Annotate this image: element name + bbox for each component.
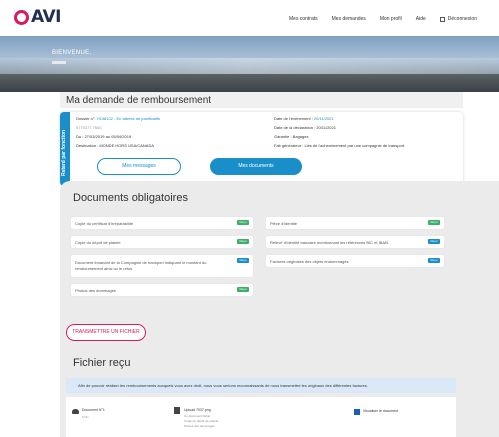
file-card: Document N°1 5 Mo Upload 7037.png Un doc… bbox=[66, 397, 456, 437]
nav-deconnexion-label: Déconnexion bbox=[447, 16, 477, 22]
mandatory-documents-title: Documents obligatoires bbox=[73, 192, 188, 204]
declaration-date: Date de la déclaration : 20/11/2021 bbox=[274, 125, 336, 130]
my-documents-button[interactable]: Mes documents bbox=[210, 158, 302, 175]
doc-item-certificat: Copie du certificat d'irréparabilité Reç… bbox=[71, 217, 253, 229]
logo-text: AVI bbox=[31, 7, 62, 27]
file-1-name: Document N°1 bbox=[82, 408, 105, 412]
destination: Destination : MONDE HORS USA/CANADA bbox=[76, 143, 155, 148]
file-2-detail-line: Photos des dommages bbox=[184, 424, 215, 428]
hero-banner: BIENVENUE, bbox=[0, 36, 499, 92]
file-2-details: Un document lisible Copie du dépôt de pl… bbox=[184, 414, 218, 429]
status-badge: Reçu bbox=[237, 258, 249, 263]
status-badge: Reçu bbox=[237, 239, 249, 244]
request-details-left: Dossier n°: H108102 - En attente de just… bbox=[76, 116, 160, 152]
status-badge: Reçu bbox=[237, 220, 249, 225]
cloud-upload-icon bbox=[72, 409, 79, 414]
guarantee: Garantie : Bagages bbox=[274, 134, 309, 139]
view-document-icon[interactable] bbox=[354, 409, 360, 415]
view-document-link[interactable]: Visualiser le document bbox=[363, 409, 398, 413]
page-title: Ma demande de remboursement bbox=[60, 92, 463, 108]
nav-deconnexion[interactable]: Déconnexion bbox=[439, 16, 477, 22]
doc-item-label: Pièce d'identité bbox=[270, 221, 298, 226]
event-date-row: Date de l'événement : 20/11/2021 bbox=[274, 116, 404, 125]
doc-item-label: Factures originales des objets endommagé… bbox=[270, 259, 349, 264]
doc-item-plainte: Copie du dépôt de plainte Reçu bbox=[71, 236, 253, 248]
request-type-label: Retard par fonction bbox=[61, 129, 67, 176]
top-bar: AVI Mes contrats Mes demandes Mon profil… bbox=[0, 0, 499, 36]
travel-dates: Du : 27/03/2019 au 05/04/2019 bbox=[76, 134, 132, 139]
user-name-placeholder bbox=[52, 61, 66, 64]
transmit-file-button[interactable]: TRANSMETTRE UN FICHIER bbox=[66, 324, 146, 341]
event-date-label: Date de l'événement : bbox=[274, 116, 314, 121]
nav-mon-profil[interactable]: Mon profil bbox=[380, 16, 402, 22]
doc-item-rib: Relevé d'identité bancaire mentionnant l… bbox=[266, 236, 444, 248]
doc-item-photos: Photos des dommages Reçu bbox=[71, 284, 253, 296]
dossier-number[interactable]: H108102 - En attente de justificatifs bbox=[97, 116, 160, 121]
doc-item-label: Copie du certificat d'irréparabilité bbox=[75, 221, 134, 226]
dossier-reference: 5775377 7650 bbox=[76, 125, 102, 130]
main-nav: Mes contrats Mes demandes Mon profil Aid… bbox=[289, 16, 477, 22]
event-date-value: 20/11/2021 bbox=[313, 116, 334, 121]
my-messages-button[interactable]: Mes messages bbox=[97, 158, 181, 175]
doc-item-label: Copie du dépôt de plainte bbox=[75, 240, 121, 245]
logout-icon bbox=[439, 16, 445, 22]
generating-event: Fait générateur : Liés de l'acheminement… bbox=[274, 143, 405, 148]
dossier-row: Dossier n°: H108102 - En attente de just… bbox=[76, 116, 160, 125]
doc-item-label: Photos des dommages bbox=[75, 288, 116, 293]
avi-logo[interactable]: AVI bbox=[14, 7, 62, 27]
status-badge: Reçu bbox=[237, 287, 249, 292]
nav-mes-contrats[interactable]: Mes contrats bbox=[289, 16, 318, 22]
status-badge: Reçu bbox=[428, 220, 440, 225]
info-banner: Afin de pouvoir réaliser les rembourseme… bbox=[66, 378, 456, 393]
document-icon bbox=[174, 407, 180, 414]
received-files-title: Fichier reçu bbox=[73, 357, 131, 369]
file-1-size: 5 Mo bbox=[82, 415, 89, 419]
doc-item-label: Document émanant de la Compagnie de tran… bbox=[75, 260, 207, 271]
hero-landscape bbox=[0, 74, 499, 92]
nav-aide[interactable]: Aide bbox=[416, 16, 426, 22]
file-2-name[interactable]: Upload 7037.png bbox=[184, 408, 211, 412]
nav-mes-demandes[interactable]: Mes demandes bbox=[332, 16, 366, 22]
request-details-right: Date de l'événement : 20/11/2021 Date de… bbox=[274, 116, 404, 152]
doc-item-label: Relevé d'identité bancaire mentionnant l… bbox=[270, 240, 390, 245]
logo-circle-icon bbox=[14, 9, 29, 25]
doc-item-piece-identite: Pièce d'identité Reçu bbox=[266, 217, 444, 229]
request-type-sidebar: Retard par fonction bbox=[60, 112, 70, 186]
status-badge: Reçu bbox=[428, 239, 440, 244]
doc-item-compagnie: Document émanant de la Compagnie de tran… bbox=[71, 255, 253, 277]
welcome-text: BIENVENUE, bbox=[52, 50, 92, 56]
doc-item-factures: Factures originales des objets endommagé… bbox=[266, 255, 444, 267]
status-badge: Reçu bbox=[428, 258, 440, 263]
dossier-label: Dossier n°: bbox=[76, 116, 97, 121]
request-card: Retard par fonction Dossier n°: H108102 … bbox=[60, 112, 463, 186]
